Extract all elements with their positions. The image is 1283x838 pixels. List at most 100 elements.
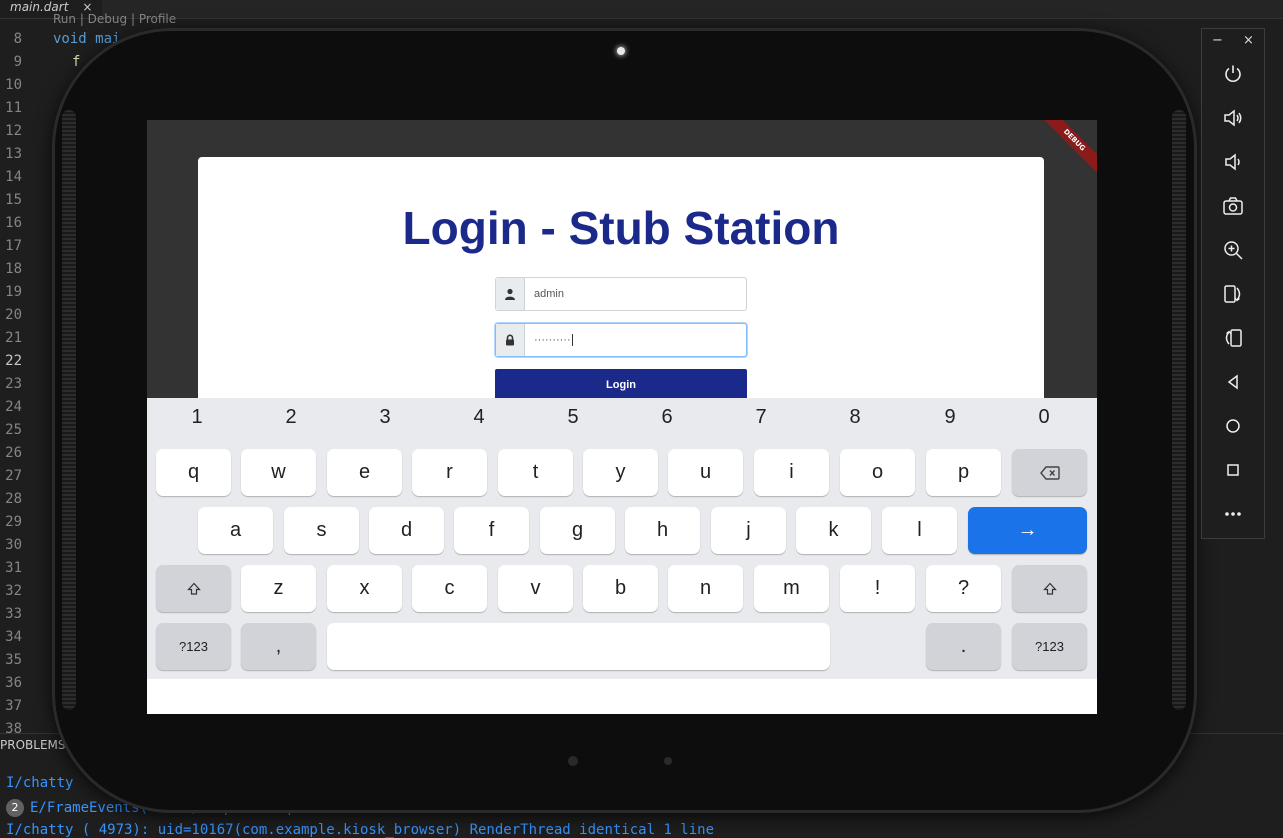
key-s[interactable]: s — [284, 507, 359, 554]
rotate-right-button[interactable] — [1218, 323, 1248, 353]
number-key-4[interactable]: 4 — [459, 406, 499, 429]
number-key-5[interactable]: 5 — [553, 406, 593, 429]
power-button[interactable] — [1218, 59, 1248, 89]
number-key-7[interactable]: 7 — [741, 406, 781, 429]
back-icon — [1227, 374, 1238, 390]
key-u[interactable]: u — [668, 449, 743, 496]
number-key-3[interactable]: 3 — [365, 406, 405, 429]
shift-key-left[interactable] — [156, 565, 231, 612]
key-c[interactable]: c — [412, 565, 487, 612]
volume-up-button[interactable] — [1218, 103, 1248, 133]
symbols-key-left[interactable]: ?123 — [156, 623, 231, 670]
line-number: 25 — [5, 422, 22, 438]
rotate-left-icon — [1224, 285, 1241, 303]
login-button[interactable]: Login — [495, 369, 747, 401]
line-number: 17 — [5, 238, 22, 254]
key-x[interactable]: x — [327, 565, 402, 612]
password-dots: ·········· — [534, 334, 571, 346]
key-z[interactable]: z — [241, 565, 316, 612]
volume-down-button[interactable] — [1218, 147, 1248, 177]
camera-icon — [1223, 197, 1243, 215]
number-key-8[interactable]: 8 — [835, 406, 875, 429]
password-field[interactable]: ·········· — [495, 323, 747, 357]
screenshot-button[interactable] — [1218, 191, 1248, 221]
comma-key[interactable]: , — [241, 623, 316, 670]
number-key-1[interactable]: 1 — [177, 406, 217, 429]
console-line: I/chatty — [6, 775, 74, 791]
period-key[interactable]: . — [926, 623, 1001, 670]
key-d[interactable]: d — [369, 507, 444, 554]
line-number: 34 — [5, 629, 22, 645]
line-number: 28 — [5, 491, 22, 507]
line-number: 12 — [5, 123, 22, 139]
login-card: Login - Stub Station admin ·········· Lo… — [198, 157, 1044, 417]
editor-tab-bar: main.dart × — [0, 0, 1283, 19]
space-key[interactable] — [327, 623, 830, 670]
key-r[interactable]: r — [412, 449, 487, 496]
home-button[interactable] — [1218, 411, 1248, 441]
key-p[interactable]: p — [926, 449, 1001, 496]
emulator-controls: − × — [1201, 28, 1265, 539]
zoom-button[interactable] — [1218, 235, 1248, 265]
shift-key-right[interactable] — [1012, 565, 1087, 612]
device-screen[interactable]: DEBUG Login - Stub Station admin ·······… — [147, 120, 1097, 714]
number-key-2[interactable]: 2 — [271, 406, 311, 429]
line-number: 36 — [5, 675, 22, 691]
line-number: 20 — [5, 307, 22, 323]
key-j[interactable]: j — [711, 507, 786, 554]
line-number: 18 — [5, 261, 22, 277]
codelens[interactable]: Run | Debug | Profile — [53, 12, 176, 26]
key-t[interactable]: t — [498, 449, 573, 496]
problems-tab[interactable]: PROBLEMS — [0, 738, 66, 752]
line-number: 10 — [5, 77, 22, 93]
back-button[interactable] — [1218, 367, 1248, 397]
key-g[interactable]: g — [540, 507, 615, 554]
line-number: 15 — [5, 192, 22, 208]
key-l[interactable]: l — [882, 507, 957, 554]
key-m[interactable]: m — [754, 565, 829, 612]
key-question[interactable]: ? — [926, 565, 1001, 612]
number-key-0[interactable]: 0 — [1024, 406, 1064, 429]
panel-titlebar: − × — [1202, 29, 1264, 51]
key-i[interactable]: i — [754, 449, 829, 496]
line-number: 21 — [5, 330, 22, 346]
enter-key[interactable]: → — [968, 507, 1087, 554]
more-button[interactable] — [1218, 499, 1248, 529]
username-field[interactable]: admin — [495, 277, 747, 311]
number-key-9[interactable]: 9 — [930, 406, 970, 429]
close-icon[interactable]: × — [1243, 33, 1254, 48]
volume-up-icon — [1224, 109, 1242, 127]
soft-keyboard: 1234567890 q w e r t y u i o p a s d f g h j k l z x c v b n m!? … — [147, 398, 1097, 679]
rotate-left-button[interactable] — [1218, 279, 1248, 309]
minimize-icon[interactable]: − — [1212, 33, 1223, 48]
shift-icon — [186, 582, 201, 595]
line-number: 11 — [5, 100, 22, 116]
backspace-key[interactable] — [1012, 449, 1087, 496]
key-exclamation[interactable]: ! — [840, 565, 915, 612]
key-h[interactable]: h — [625, 507, 700, 554]
key-y[interactable]: y — [583, 449, 658, 496]
key-a[interactable]: a — [198, 507, 273, 554]
line-number: 8 — [13, 31, 22, 47]
key-b[interactable]: b — [583, 565, 658, 612]
console-line: I/chatty ( 4973): uid=10167(com.example.… — [6, 822, 715, 838]
overview-button[interactable] — [1218, 455, 1248, 485]
line-number: 16 — [5, 215, 22, 231]
lock-icon — [496, 324, 525, 356]
key-k[interactable]: k — [796, 507, 871, 554]
line-number: 35 — [5, 652, 22, 668]
symbols-key-right[interactable]: ?123 — [1012, 623, 1087, 670]
line-number: 23 — [5, 376, 22, 392]
app-bottom-area — [147, 679, 1097, 714]
key-o[interactable]: o — [840, 449, 915, 496]
key-q[interactable]: q — [156, 449, 231, 496]
username-value: admin — [534, 288, 564, 300]
front-camera — [617, 47, 625, 55]
key-w[interactable]: w — [241, 449, 316, 496]
key-n[interactable]: n — [668, 565, 743, 612]
key-v[interactable]: v — [498, 565, 573, 612]
key-f[interactable]: f — [454, 507, 529, 554]
key-e[interactable]: e — [327, 449, 402, 496]
overview-icon — [1227, 464, 1239, 476]
number-key-6[interactable]: 6 — [647, 406, 687, 429]
